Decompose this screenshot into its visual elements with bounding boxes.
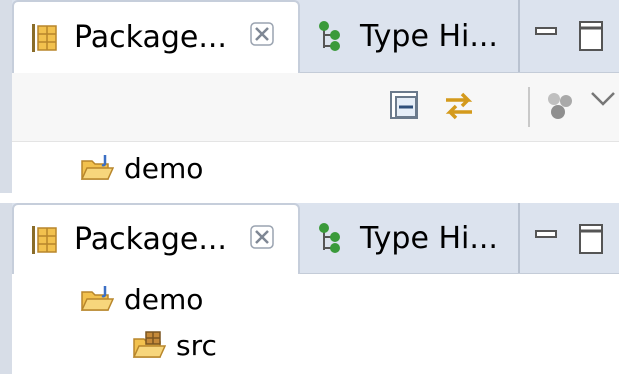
tree-item-source-folder[interactable]: src: [132, 325, 217, 365]
tab-type-hierarchy-label: Type Hi...: [360, 18, 498, 54]
source-folder-icon: [132, 330, 167, 360]
type-hierarchy-icon: [314, 222, 346, 254]
view-toolbar: [12, 73, 619, 142]
tab-type-hierarchy[interactable]: Type Hi...: [300, 0, 520, 72]
collapse-all-icon[interactable]: [388, 89, 422, 123]
minimize-icon[interactable]: [528, 221, 564, 257]
tree-item-label: demo: [124, 282, 204, 316]
tree-item-project[interactable]: demo: [80, 279, 203, 319]
maximize-icon[interactable]: [574, 221, 610, 257]
window-frame-edge: [0, 203, 12, 374]
minimize-icon[interactable]: [528, 18, 564, 54]
maximize-icon[interactable]: [574, 18, 610, 54]
close-icon[interactable]: [248, 223, 276, 251]
tab-package-explorer-label: Package...: [74, 20, 227, 55]
project-folder-icon: [80, 284, 115, 314]
tab-package-explorer-label: Package...: [74, 222, 227, 257]
tree-item-label: demo: [124, 151, 204, 185]
view-window-controls: [528, 221, 619, 257]
window-frame-edge: [0, 0, 12, 193]
link-with-editor-icon[interactable]: [442, 89, 476, 123]
toolbar-separator: [528, 87, 530, 127]
package-explorer-view-collapsed: Package... Type Hi... demo: [0, 0, 619, 193]
package-explorer-view-expanded: Package... Type Hi... demo src: [0, 203, 619, 374]
tab-type-hierarchy-label: Type Hi...: [360, 220, 498, 256]
close-icon[interactable]: [248, 20, 276, 48]
tree-item-label: src: [176, 328, 217, 362]
project-folder-icon: [80, 153, 115, 183]
tree-item-project[interactable]: demo: [80, 148, 203, 188]
tab-type-hierarchy[interactable]: Type Hi...: [300, 203, 520, 273]
view-window-controls: [528, 18, 619, 54]
view-menu-chevron-down-icon[interactable]: [588, 89, 618, 123]
type-hierarchy-icon: [314, 20, 346, 52]
package-explorer-icon: [28, 22, 60, 54]
package-explorer-icon: [28, 224, 60, 256]
focus-working-set-icon[interactable]: [544, 89, 578, 123]
